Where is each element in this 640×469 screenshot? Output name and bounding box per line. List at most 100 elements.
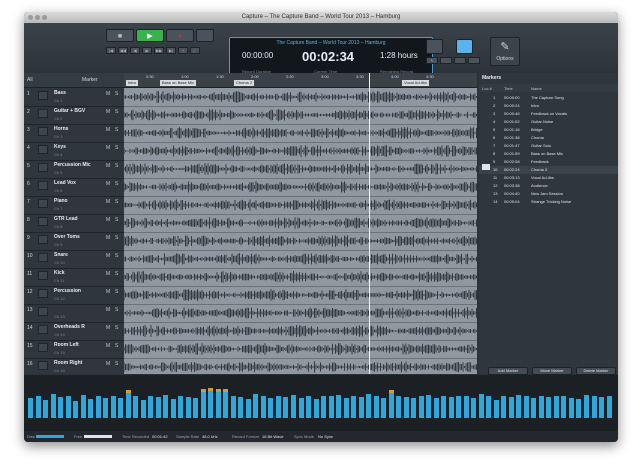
track-row[interactable]: 12 Percussion Ch 12 M S (24, 286, 124, 305)
track-name[interactable]: Lead Vox (54, 180, 76, 186)
view-tracks-icon[interactable] (426, 39, 443, 54)
track-lane[interactable] (124, 358, 477, 374)
marker-name[interactable]: Guitar Solo (531, 143, 551, 148)
marker-name[interactable]: Strange Tricking Noise (531, 199, 571, 204)
playhead[interactable] (369, 73, 370, 374)
track-name[interactable]: Bass (54, 90, 66, 96)
solo-button[interactable]: S (115, 253, 118, 259)
track-lane[interactable] (124, 232, 477, 251)
solo-button[interactable]: S (115, 289, 118, 295)
zoom-tool-icon[interactable] (454, 57, 466, 64)
solo-button[interactable]: S (115, 361, 118, 367)
marker-name[interactable]: New Jam Session (531, 191, 563, 196)
mute-button[interactable]: M (106, 127, 110, 133)
delete-marker-button[interactable]: Delete Marker (576, 367, 616, 375)
mute-button[interactable]: M (106, 271, 110, 277)
record-arm-toggle[interactable] (38, 289, 48, 298)
track-name[interactable]: GTR Lead (54, 216, 78, 222)
mute-button[interactable]: M (106, 289, 110, 295)
track-name[interactable]: Room Left (54, 342, 79, 348)
marker-row[interactable]: 11 00:03:13 Vocal Ad-libs (479, 174, 618, 182)
track-row[interactable]: 3 Horns Ch 3 MS (24, 124, 124, 143)
track-name[interactable]: Guitar + BGV (54, 108, 85, 114)
marker-add-icon[interactable]: + (178, 47, 188, 54)
track-name[interactable]: Percussion Mic (54, 162, 91, 168)
record-button[interactable]: ● (166, 29, 194, 42)
loop-button[interactable] (196, 29, 214, 42)
rewind-start-icon[interactable]: |◀ (106, 47, 116, 54)
zoom-window-button[interactable] (42, 15, 47, 20)
record-arm-toggle[interactable] (38, 163, 48, 172)
track-row[interactable]: 15 Room Left Ch 15 M S (24, 340, 124, 359)
mute-button[interactable]: M (106, 199, 110, 205)
track-name[interactable]: Room Right (54, 360, 82, 366)
track-name[interactable]: Piano (54, 198, 68, 204)
track-name[interactable]: Snare (54, 252, 68, 258)
marker-row[interactable]: 14 00:05:04 Strange Tricking Noise (479, 198, 618, 206)
mute-button[interactable]: M (106, 253, 110, 259)
marker-name[interactable]: Guitar Noise (531, 119, 553, 124)
track-row[interactable]: 8 GTR Lead Ch 8 MS (24, 214, 124, 233)
lane-marker[interactable]: Chorus 2 (234, 80, 255, 86)
marker-row[interactable]: 2 00:00:24 Intro (479, 102, 618, 110)
marker-row[interactable]: 8 00:01:59 Bass on Base Mic (479, 150, 618, 158)
record-arm-toggle[interactable] (38, 307, 48, 316)
track-lane[interactable] (124, 304, 477, 323)
play-button[interactable]: ▶ (136, 29, 164, 42)
solo-button[interactable]: S (115, 217, 118, 223)
split-tool-icon[interactable] (468, 57, 480, 64)
move-marker-button[interactable]: Move Marker (532, 367, 572, 375)
mute-button[interactable]: M (106, 361, 110, 367)
pointer-tool-icon[interactable]: ↖ (426, 57, 438, 64)
solo-button[interactable]: S (115, 199, 118, 205)
marker-name[interactable]: Feedback on Vocals (531, 111, 567, 116)
time-ruler[interactable]: 0:30 1:00 1:30 2:00 2:30 3:00 3:30 4:00 4:30 Intr… (124, 73, 477, 88)
record-arm-toggle[interactable] (38, 271, 48, 280)
marker-row[interactable]: 10 00:02:24 Chorus 2 (479, 166, 618, 174)
track-name[interactable]: Horns (54, 126, 68, 132)
record-arm-toggle[interactable] (38, 145, 48, 154)
track-lane[interactable] (124, 268, 477, 287)
marker-name[interactable]: Intro (531, 103, 539, 108)
track-row[interactable]: 14 Overheads R Ch 14 M S (24, 322, 124, 341)
marker-row[interactable]: 9 00:02:08 Feedback (479, 158, 618, 166)
marker-row[interactable]: 6 00:01:38 Chorus (479, 134, 618, 142)
forward-end-icon[interactable]: ▶| (166, 47, 176, 54)
marker-name[interactable]: The Capture Song (531, 95, 564, 100)
marker-name[interactable]: Chorus (531, 135, 544, 140)
record-arm-toggle[interactable] (38, 361, 48, 370)
record-arm-toggle[interactable] (38, 199, 48, 208)
solo-button[interactable]: S (115, 109, 118, 115)
solo-button[interactable]: S (115, 145, 118, 151)
prev-marker-icon[interactable]: ◀ (130, 47, 140, 54)
marker-row[interactable]: 7 00:01:47 Guitar Solo (479, 142, 618, 150)
forward-icon[interactable]: ▶▶ (154, 47, 164, 54)
track-row[interactable]: 2 Guitar + BGV Ch 2 MS (24, 106, 124, 125)
solo-button[interactable]: S (115, 271, 118, 277)
mute-button[interactable]: M (106, 163, 110, 169)
marker-name[interactable]: Bridge (531, 127, 543, 132)
track-row[interactable]: 5 Percussion Mic Ch 5 MS (24, 160, 124, 179)
mute-button[interactable]: M (106, 109, 110, 115)
solo-button[interactable]: S (115, 235, 118, 241)
view-markers-icon[interactable] (456, 39, 473, 54)
range-tool-icon[interactable] (440, 57, 452, 64)
mute-button[interactable]: M (106, 91, 110, 97)
track-name[interactable]: Kick (54, 270, 65, 276)
next-marker-icon[interactable]: ▶ (142, 47, 152, 54)
mute-button[interactable]: M (106, 217, 110, 223)
record-arm-toggle[interactable] (38, 91, 48, 100)
record-arm-toggle[interactable] (38, 217, 48, 226)
marker-row[interactable]: 12 00:03:38 Audience (479, 182, 618, 190)
track-row[interactable]: 6 Lead Vox Ch 6 MS (24, 178, 124, 197)
lane-marker[interactable]: Bass on Base Mic (160, 80, 197, 86)
track-row[interactable]: 7 Piano Ch 7 MS (24, 196, 124, 215)
mute-button[interactable]: M (106, 307, 110, 313)
solo-button[interactable]: S (115, 163, 118, 169)
mute-button[interactable]: M (106, 145, 110, 151)
track-lane[interactable] (124, 214, 477, 233)
mute-button[interactable]: M (106, 325, 110, 331)
track-lane[interactable] (124, 124, 477, 143)
track-lane[interactable] (124, 142, 477, 161)
track-lane[interactable] (124, 322, 477, 341)
